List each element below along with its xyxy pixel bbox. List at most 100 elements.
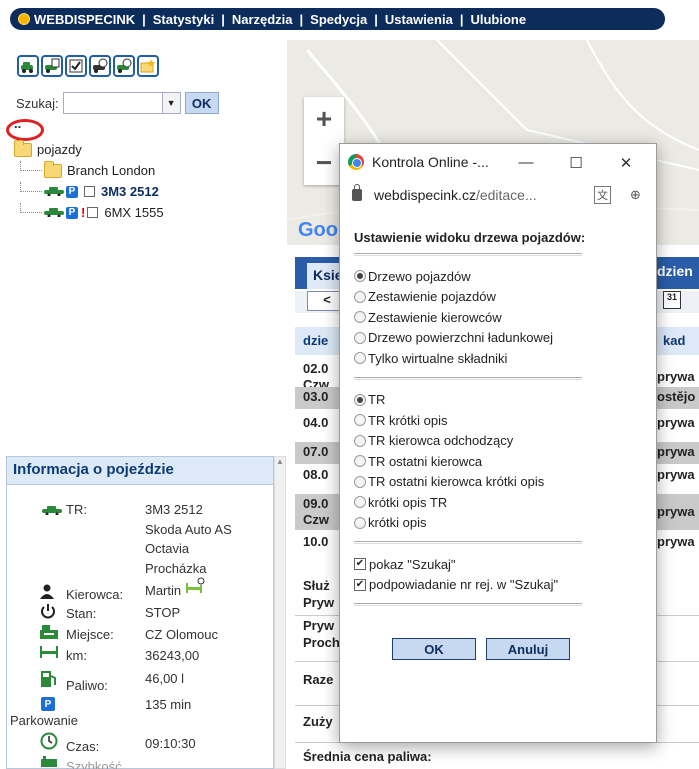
search-input[interactable] bbox=[62, 92, 163, 114]
speed-label: Szybkość bbox=[66, 759, 122, 769]
checkbox-icon[interactable] bbox=[65, 55, 87, 77]
info-panel-title: Informacja o pojeździe bbox=[7, 457, 273, 485]
tree-branch[interactable]: Branch London bbox=[14, 160, 164, 181]
radio-button[interactable] bbox=[354, 290, 366, 303]
checkbox-option[interactable]: ✔ podpowiadanie nr rej. w "Szukaj" bbox=[354, 575, 644, 596]
summary-total-label: Raze bbox=[303, 672, 334, 687]
tree-parent-link[interactable]: .. bbox=[14, 116, 21, 131]
google-logo: Goo bbox=[298, 219, 338, 241]
url-path: /editace... bbox=[475, 187, 537, 203]
parking-badge-icon: P bbox=[66, 185, 78, 198]
row-date: 03.0 bbox=[303, 389, 329, 404]
vehicle-plate[interactable]: 6MX 1555 bbox=[104, 205, 163, 220]
zoom-icon[interactable]: ⊕ bbox=[630, 187, 641, 203]
info-scrollbar[interactable]: ▲ bbox=[274, 456, 286, 769]
vehicle-list-icon[interactable] bbox=[41, 55, 63, 77]
summary-service-label: Służ bbox=[303, 578, 330, 593]
nav-separator: | bbox=[142, 11, 146, 27]
summary-used-label: Zuży bbox=[303, 714, 333, 729]
divider bbox=[354, 603, 582, 606]
calendar-icon[interactable]: 31 bbox=[663, 291, 681, 309]
radio-button[interactable] bbox=[354, 516, 366, 529]
header-place: kad bbox=[663, 333, 686, 348]
divider bbox=[354, 253, 582, 256]
checkbox[interactable]: ✔ bbox=[354, 578, 366, 591]
radio-option[interactable]: Tylko wirtualne składniki bbox=[354, 348, 644, 369]
checkbox-label: podpowiadanie nr rej. w "Szukaj" bbox=[369, 577, 559, 593]
radio-button[interactable] bbox=[354, 311, 366, 324]
folder-new-icon[interactable] bbox=[137, 55, 159, 77]
radio-button[interactable] bbox=[354, 270, 366, 283]
radio-option[interactable]: TR bbox=[354, 390, 644, 411]
minimize-icon[interactable]: — bbox=[516, 154, 536, 171]
radio-label: Zestawienie kierowców bbox=[368, 309, 502, 325]
header-day: dzie bbox=[303, 333, 329, 348]
radio-option[interactable]: Zestawienie pojazdów bbox=[354, 287, 644, 308]
vehicle-add-icon[interactable] bbox=[17, 55, 39, 77]
address-url: webdispecink.cz/editace... bbox=[374, 187, 537, 203]
radio-button[interactable] bbox=[354, 414, 366, 427]
vehicle-search-icon[interactable] bbox=[113, 55, 135, 77]
tree-vehicle-2[interactable]: P ! 6MX 1555 bbox=[14, 202, 164, 223]
tree-root[interactable]: pojazdy bbox=[14, 139, 164, 160]
radio-option[interactable]: TR kierowca odchodzący bbox=[354, 431, 644, 452]
radio-option[interactable]: Zestawienie kierowców bbox=[354, 307, 644, 328]
close-icon[interactable]: ✕ bbox=[616, 154, 636, 172]
radio-option[interactable]: TR krótki opis bbox=[354, 410, 644, 431]
row-date: 09.0 bbox=[303, 496, 329, 511]
zoom-in-button[interactable]: + bbox=[304, 97, 344, 141]
nav-narzedzia[interactable]: Narzędzia bbox=[232, 12, 293, 27]
radio-button[interactable] bbox=[354, 393, 366, 406]
tab-daily[interactable]: dzien bbox=[657, 263, 693, 279]
radio-option[interactable]: krótki opis TR bbox=[354, 492, 644, 513]
radio-option[interactable]: krótki opis bbox=[354, 513, 644, 534]
ok-button[interactable]: OK bbox=[392, 638, 476, 660]
clock-icon bbox=[40, 732, 58, 750]
address-bar[interactable]: webdispecink.cz/editace... 文 ⊕ bbox=[340, 180, 656, 210]
nav-separator: | bbox=[459, 11, 464, 27]
chrome-icon bbox=[348, 154, 364, 170]
radio-button[interactable] bbox=[354, 352, 366, 365]
nav-separator: | bbox=[221, 11, 225, 27]
chevron-down-icon[interactable]: ▼ bbox=[162, 92, 181, 114]
search-label: Szukaj: bbox=[16, 95, 59, 111]
vehicle-plate[interactable]: 3M3 2512 bbox=[101, 184, 159, 199]
power-icon bbox=[41, 604, 55, 619]
radio-option[interactable]: TR ostatni kierowca bbox=[354, 451, 644, 472]
translate-icon[interactable]: 文 bbox=[594, 186, 611, 204]
row-date: 02.0 bbox=[303, 361, 329, 376]
radio-label: TR bbox=[368, 392, 386, 408]
zoom-out-button[interactable]: − bbox=[304, 141, 344, 185]
dialog-titlebar: Kontrola Online -... — ☐ ✕ bbox=[340, 144, 656, 180]
radio-button[interactable] bbox=[354, 331, 366, 344]
maximize-icon[interactable]: ☐ bbox=[566, 154, 586, 172]
row-type: prywa bbox=[657, 504, 695, 519]
vehicle-checkbox[interactable] bbox=[87, 207, 99, 218]
cancel-button[interactable]: Anuluj bbox=[486, 638, 570, 660]
checkbox[interactable]: ✔ bbox=[354, 558, 366, 571]
vehicle-settings-icon[interactable] bbox=[89, 55, 111, 77]
radio-label: krótki opis TR bbox=[368, 494, 448, 510]
radio-button[interactable] bbox=[354, 496, 366, 509]
summary-avg-fuel: Średnia cena paliwa: bbox=[295, 742, 699, 768]
search-ok-button[interactable]: OK bbox=[184, 92, 219, 114]
nav-ustawienia[interactable]: Ustawienia bbox=[385, 12, 453, 27]
radio-button[interactable] bbox=[354, 434, 366, 447]
fuel-value: 46,00 l bbox=[145, 671, 185, 686]
vehicle-toolbar bbox=[17, 55, 159, 77]
nav-statystyki[interactable]: Statystyki bbox=[153, 12, 214, 27]
tree-vehicle-1[interactable]: P 3M3 2512 bbox=[14, 181, 164, 202]
radio-button[interactable] bbox=[354, 455, 366, 468]
nav-webdispecink[interactable]: WEBDISPECINK bbox=[34, 12, 135, 27]
nav-ulubione[interactable]: Ulubione bbox=[470, 12, 526, 27]
radio-option[interactable]: Drzewo pojazdów bbox=[354, 266, 644, 287]
vehicle-checkbox[interactable] bbox=[84, 186, 95, 197]
radio-option[interactable]: Drzewo powierzchni ładunkowej bbox=[354, 328, 644, 349]
scroll-up-icon[interactable]: ▲ bbox=[275, 457, 285, 466]
nav-spedycja[interactable]: Spedycja bbox=[310, 12, 367, 27]
nav-separator: | bbox=[374, 11, 378, 27]
radio-button[interactable] bbox=[354, 475, 366, 488]
radio-option[interactable]: TR ostatni kierowca krótki opis bbox=[354, 472, 644, 493]
speed-icon bbox=[41, 756, 57, 767]
checkbox-option[interactable]: ✔ pokaz "Szukaj" bbox=[354, 554, 644, 575]
